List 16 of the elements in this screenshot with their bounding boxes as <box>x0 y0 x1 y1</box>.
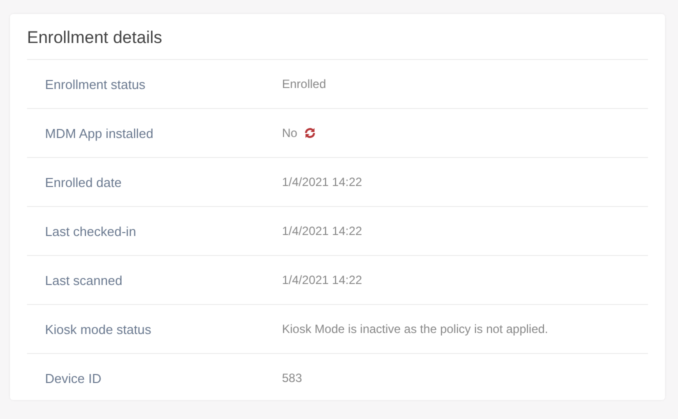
field-label: Device ID <box>44 370 102 386</box>
field-value: 1/4/2021 14:22 <box>282 273 362 287</box>
field-label: Last checked-in <box>44 224 138 238</box>
field-value: 583 <box>282 371 302 385</box>
field-label: Enrollment status <box>44 76 146 92</box>
field-label: Last scanned <box>44 272 124 288</box>
field-label: Enrolled date <box>44 174 123 190</box>
field-value: 1/4/2021 14:22 <box>282 224 362 238</box>
refresh-icon[interactable] <box>304 127 316 139</box>
card-title: Enrollment details <box>27 14 648 60</box>
field-label: Kiosk mode status <box>44 322 152 336</box>
field-value: 1/4/2021 14:22 <box>282 175 362 189</box>
field-value: No <box>282 126 298 140</box>
field-label: MDM App installed <box>44 126 154 140</box>
field-value: Enrolled <box>282 77 326 91</box>
field-value: Kiosk Mode is inactive as the policy is not applied. <box>282 322 548 336</box>
